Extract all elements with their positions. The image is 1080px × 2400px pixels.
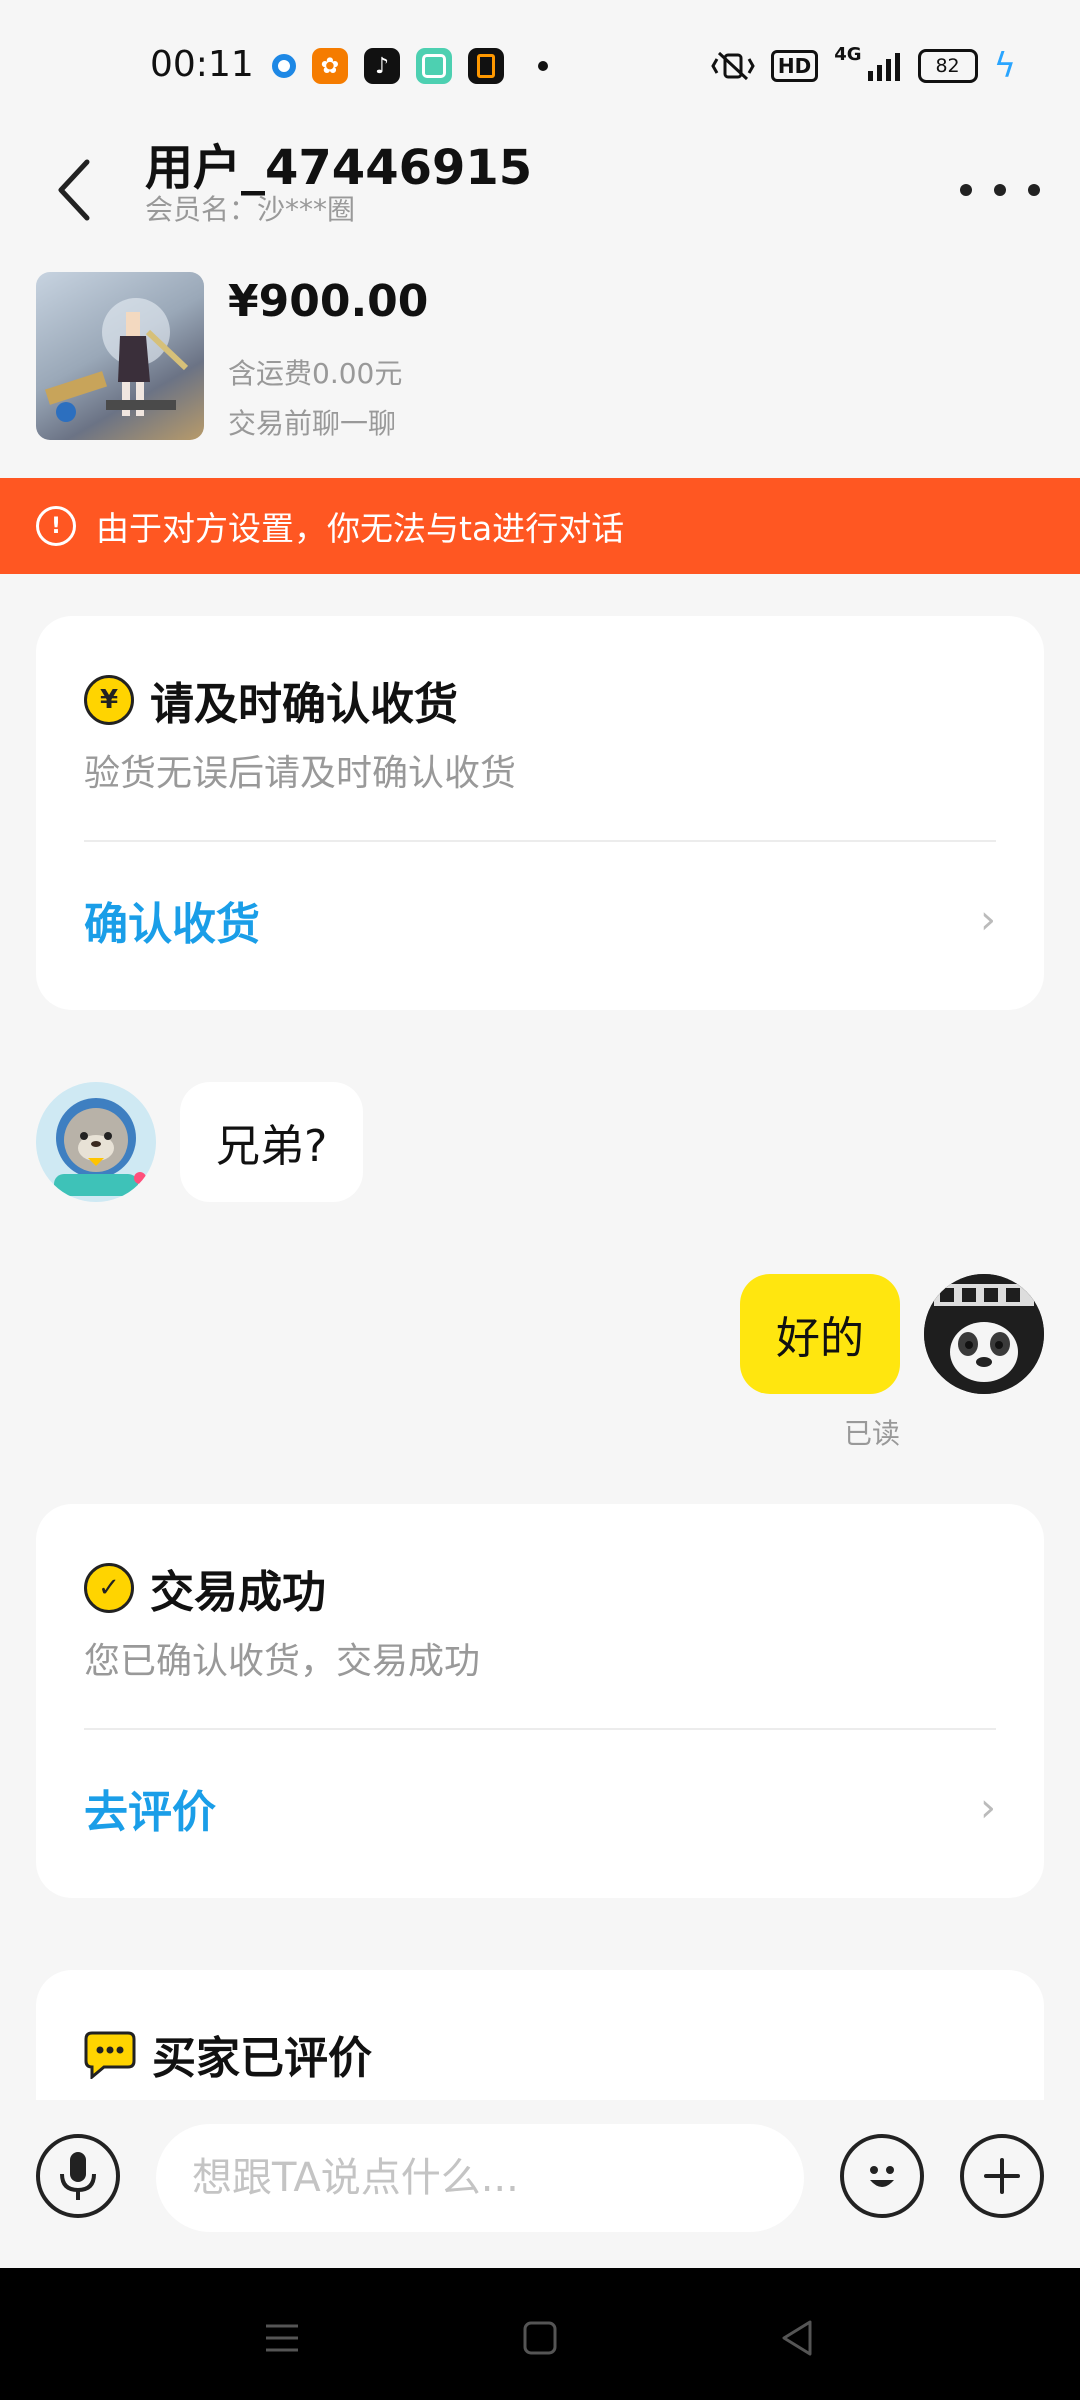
battery-icon: 82 xyxy=(917,49,978,83)
banner-text: 由于对方设置，你无法与ta进行对话 xyxy=(96,509,625,548)
network-type: 4G xyxy=(834,44,862,65)
message-input-bar xyxy=(0,2100,1080,2268)
system-nav-bar xyxy=(0,2268,1080,2400)
outgoing-message: 好的 xyxy=(740,1274,1044,1394)
emoji-button[interactable] xyxy=(840,2134,924,2218)
chat-header: 用户_47446915 会员名：沙***圈 xyxy=(0,120,1080,260)
signal-icon xyxy=(867,53,900,81)
card-description: 验货无误后请及时确认收货 xyxy=(84,753,517,794)
write-review-label: 去评价 xyxy=(84,1787,216,1838)
product-summary[interactable]: ¥900.00 含运费0.00元 交易前聊一聊 xyxy=(36,272,1036,448)
nav-back-button[interactable] xyxy=(768,2308,828,2368)
confirm-receipt-button[interactable]: 确认收货 › xyxy=(84,860,996,980)
divider xyxy=(84,840,996,842)
app-orange-icon xyxy=(468,48,504,84)
status-indicators: HD 4G 82 ϟ xyxy=(711,44,1016,86)
uc-browser-icon: ✿ xyxy=(312,48,348,84)
member-name: 会员名：沙***圈 xyxy=(145,193,356,226)
message-input[interactable] xyxy=(156,2124,804,2232)
voice-input-button[interactable] xyxy=(36,2134,120,2218)
more-dot-icon xyxy=(960,184,972,196)
home-square-icon xyxy=(523,2321,557,2355)
buyer-reviewed-card: 买家已评价 xyxy=(36,1970,1044,2100)
more-dot-icon xyxy=(1028,184,1040,196)
chevron-right-icon: › xyxy=(980,1785,996,1831)
nav-menu-button[interactable] xyxy=(252,2308,312,2368)
more-dot-icon xyxy=(994,184,1006,196)
product-price: ¥900.00 xyxy=(228,276,429,327)
plus-icon xyxy=(984,2158,1020,2194)
smiley-icon xyxy=(870,2166,894,2187)
more-options-button[interactable] xyxy=(960,160,1040,220)
app-notification-icon xyxy=(272,54,296,78)
tiktok-icon: ♪ xyxy=(364,48,400,84)
incoming-message: 兄弟? xyxy=(36,1082,364,1202)
back-button[interactable] xyxy=(40,140,110,240)
card-header: 买家已评价 xyxy=(84,2022,372,2086)
notification-icons: ✿ ♪ xyxy=(272,48,548,84)
status-bar: 00:11 ✿ ♪ HD 4G 82 ϟ xyxy=(0,0,1080,130)
card-header: ¥ 请及时确认收货 xyxy=(84,668,458,732)
app-green-icon xyxy=(416,48,452,84)
confirm-receipt-card: ¥ 请及时确认收货 验货无误后请及时确认收货 确认收货 › xyxy=(36,616,1044,1010)
restriction-banner: ! 由于对方设置，你无法与ta进行对话 xyxy=(0,478,1080,574)
seller-avatar[interactable] xyxy=(36,1082,156,1202)
write-review-button[interactable]: 去评价 › xyxy=(84,1748,996,1868)
card-title: 交易成功 xyxy=(150,1567,326,1618)
microphone-icon xyxy=(60,2152,96,2200)
add-attachment-button[interactable] xyxy=(960,2134,1044,2218)
divider xyxy=(84,1728,996,1730)
back-triangle-icon xyxy=(782,2320,812,2356)
message-bubble[interactable]: 好的 xyxy=(740,1274,900,1394)
read-receipt: 已读 xyxy=(843,1417,900,1450)
back-arrow-icon xyxy=(58,159,90,221)
product-image xyxy=(44,298,189,422)
message-bubble[interactable]: 兄弟? xyxy=(180,1082,364,1202)
check-circle-icon: ✓ xyxy=(84,1563,134,1613)
astronaut-cat-avatar-icon xyxy=(36,1082,156,1202)
shipping-fee: 含运费0.00元 xyxy=(228,357,403,390)
card-description: 您已确认收货，交易成功 xyxy=(84,1641,481,1682)
status-time: 00:11 xyxy=(150,44,254,85)
chat-bubble-icon xyxy=(84,2031,136,2079)
card-title: 买家已评价 xyxy=(152,2033,372,2084)
confirm-receipt-label: 确认收货 xyxy=(84,899,260,950)
menu-icon xyxy=(266,2324,298,2352)
transaction-success-card: ✓ 交易成功 您已确认收货，交易成功 去评价 › xyxy=(36,1504,1044,1898)
dog-avatar-icon xyxy=(924,1274,1044,1394)
chat-hint: 交易前聊一聊 xyxy=(228,407,397,440)
yuan-coin-icon: ¥ xyxy=(84,675,134,725)
chevron-right-icon: › xyxy=(980,897,996,943)
charging-icon: ϟ xyxy=(993,46,1016,86)
card-title: 请及时确认收货 xyxy=(150,679,458,730)
card-header: ✓ 交易成功 xyxy=(84,1556,326,1620)
vibrate-off-icon xyxy=(711,51,755,81)
alert-circle-icon: ! xyxy=(36,506,76,546)
my-avatar[interactable] xyxy=(924,1274,1044,1394)
product-thumbnail[interactable] xyxy=(36,272,204,440)
battery-level: 82 xyxy=(935,55,960,77)
more-notifications-dot-icon xyxy=(538,61,548,71)
hd-badge: HD xyxy=(770,50,819,82)
nav-home-button[interactable] xyxy=(510,2308,570,2368)
